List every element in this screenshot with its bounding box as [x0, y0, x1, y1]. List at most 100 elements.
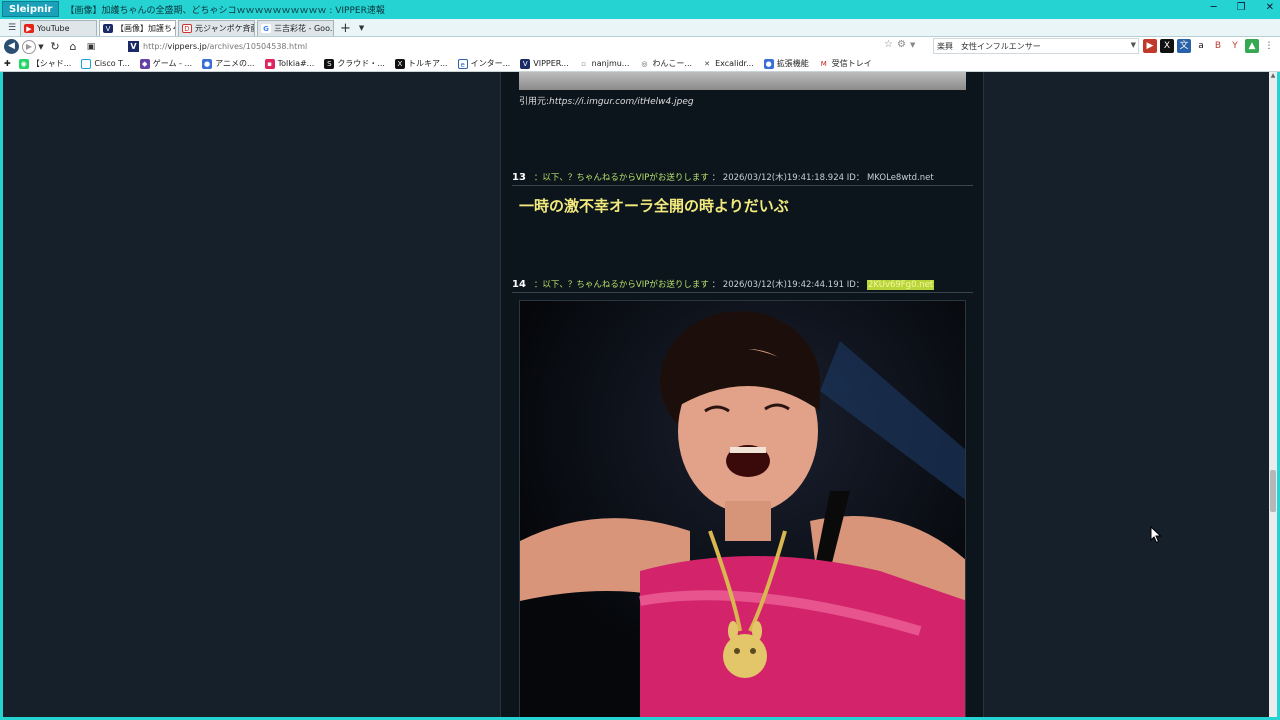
restore-icon[interactable]: ❐	[1237, 2, 1246, 13]
bookmark-item[interactable]: X トルキア...	[394, 58, 448, 69]
b-icon[interactable]: B	[1211, 39, 1225, 53]
tab-vipper[interactable]: V 【画像】加護ちゃ...	[99, 20, 176, 36]
poster-name: ：以下、？ちゃんねるからVIPがお送りします	[533, 173, 709, 183]
page-settings-icon[interactable]: ⚙	[897, 39, 906, 51]
minimize-icon[interactable]: ─	[1211, 2, 1217, 13]
youtube-ext-icon[interactable]: ▶	[1143, 39, 1157, 53]
bookmark-item[interactable]: S クラウド・...	[324, 58, 385, 69]
youtube-icon: ▶	[24, 24, 34, 33]
post-body: 一時の激不幸オーラ全開の時よりだいぶ	[519, 197, 789, 215]
close-icon[interactable]: ✕	[1266, 2, 1274, 13]
star-icon[interactable]: ☆	[884, 39, 893, 51]
bookmark-item[interactable]: ● 拡張機能	[763, 58, 809, 69]
site-favicon: V	[128, 40, 139, 52]
home-icon[interactable]: ⌂	[64, 38, 82, 56]
post-divider	[512, 292, 973, 293]
address-bar: ◀ ▶ ▼ ↻ ⌂ ▣ V http://vippers.jp/archives…	[0, 37, 1280, 56]
tab-strip: ☰ ▶ YouTube V 【画像】加護ちゃ... D 元ジャンポケ斉藤... …	[0, 19, 1280, 37]
bookmark-item[interactable]: ▫ nanjmu...	[578, 58, 629, 69]
reload-icon[interactable]: ↻	[46, 38, 64, 56]
bookmark-item[interactable]: ◉ 【シャド...	[18, 58, 71, 69]
translate-icon[interactable]: 文	[1177, 39, 1191, 53]
bookmark-item[interactable]: Cisco T...	[81, 58, 130, 69]
post-date: ： 2026/03/12(木)19:41:18.924 ID：	[711, 173, 865, 183]
window-controls: ─ ❐ ✕	[1211, 2, 1274, 13]
excalidraw-icon: ✕	[702, 58, 713, 69]
poster-name: ：以下、？ちゃんねるからVIPがお送りします	[533, 280, 709, 290]
drive-icon[interactable]: ▲	[1245, 39, 1259, 53]
sec-icon: S	[324, 58, 335, 69]
vipper-icon: V	[520, 58, 531, 69]
search-input[interactable]: 楽興 女性インフルエンサー ▼	[933, 38, 1139, 54]
vipper-icon: V	[103, 24, 113, 33]
menu-icon[interactable]: ⋮	[1262, 39, 1276, 53]
bookmark-item[interactable]: ● アニメの...	[202, 58, 255, 69]
post-header: 14 ：以下、？ちゃんねるからVIPがお送りします ： 2026/03/12(木)…	[512, 278, 935, 290]
url-field[interactable]: V http://vippers.jp/archives/10504538.ht…	[128, 38, 928, 54]
page-viewport: 引用元:https://i.imgur.com/itHelw4.jpeg 13 ：…	[3, 72, 1277, 717]
whatsapp-icon: ◉	[18, 58, 29, 69]
bookmark-item[interactable]: ◎ わんこー...	[639, 58, 692, 69]
post-divider	[512, 185, 973, 186]
tab-dropdown-icon[interactable]: ▼	[359, 20, 364, 36]
history-dropdown-icon[interactable]: ▼	[36, 38, 46, 56]
x-icon[interactable]: X	[1160, 39, 1174, 53]
bookmark-item[interactable]: ▪ Tolkia#...	[264, 58, 314, 69]
tab-label: 元ジャンポケ斉藤...	[195, 24, 254, 33]
x-icon: X	[394, 58, 405, 69]
bookmark-item[interactable]: V VIPPER...	[520, 58, 569, 69]
dropdown-icon[interactable]: ▼	[910, 39, 915, 51]
tab-youtube[interactable]: ▶ YouTube	[20, 20, 97, 36]
scrollbar-thumb[interactable]	[1270, 470, 1276, 512]
title-bar: Sleipnir 【画像】加護ちゃんの全盛期、どちゃシコｗｗｗｗｗｗｗｗｗｗ :…	[0, 0, 1280, 18]
twitch-icon: ◆	[139, 58, 150, 69]
tab-label: 【画像】加護ちゃ...	[116, 24, 175, 33]
mouse-cursor-icon	[1150, 526, 1162, 544]
post-id-highlighted[interactable]: 2KUv69Fg0.net	[866, 280, 935, 290]
globe-icon: ●	[202, 58, 213, 69]
toolbar-extensions: ▶ X 文 a B Y ▲ ⋮	[1143, 39, 1276, 53]
url-tools: ☆ ⚙ ▼	[884, 39, 915, 51]
y-icon[interactable]: Y	[1228, 39, 1242, 53]
photo-illustration	[520, 301, 965, 717]
back-icon[interactable]: ◀	[4, 39, 19, 54]
bookmark-item[interactable]: M 受信トレイ	[818, 58, 872, 69]
post-header: 13 ：以下、？ちゃんねるからVIPがお送りします ： 2026/03/12(木)…	[512, 171, 934, 183]
bookmark-item[interactable]: ✕ Excalidr...	[702, 58, 754, 69]
news-icon: D	[182, 24, 192, 33]
extension-icon: ●	[763, 58, 774, 69]
ie-icon: e	[457, 58, 468, 69]
add-bookmark-icon[interactable]: ✚	[4, 59, 11, 68]
scroll-up-icon[interactable]: ▲	[1269, 72, 1277, 82]
source-link[interactable]: https://i.imgur.com/itHelw4.jpeg	[549, 97, 694, 107]
app-menu-button[interactable]: Sleipnir	[2, 1, 60, 17]
tab-google[interactable]: G 三吉彩花 - Goo...	[257, 20, 334, 36]
forward-icon[interactable]: ▶	[22, 39, 36, 54]
tab-news[interactable]: D 元ジャンポケ斉藤...	[178, 20, 255, 36]
circle-icon	[81, 58, 92, 69]
post-number[interactable]: 13	[512, 172, 526, 183]
bookmarks-bar: ✚ ◉ 【シャド... Cisco T... ◆ ゲーム - ... ● アニメの..…	[0, 56, 1280, 72]
post-number[interactable]: 14	[512, 279, 526, 290]
vertical-scrollbar[interactable]: ▲	[1269, 72, 1277, 717]
tab-label: 三吉彩花 - Goo...	[274, 24, 334, 33]
google-icon: G	[261, 24, 271, 33]
tolkia-icon: ▪	[264, 58, 275, 69]
page-icon: ▫	[578, 58, 589, 69]
new-tab-icon[interactable]: +	[340, 22, 351, 36]
article-column: 引用元:https://i.imgur.com/itHelw4.jpeg 13 ：…	[500, 72, 984, 717]
gmail-icon: M	[818, 58, 829, 69]
previous-image[interactable]	[519, 72, 966, 90]
post-id[interactable]: MKOLe8wtd.net	[867, 173, 934, 183]
url-text: http://vippers.jp/archives/10504538.html	[143, 41, 308, 51]
browser-window: Sleipnir 【画像】加護ちゃんの全盛期、どちゃシコｗｗｗｗｗｗｗｗｗｗ :…	[0, 0, 1280, 720]
bookmark-item[interactable]: ◆ ゲーム - ...	[139, 58, 192, 69]
post-photo[interactable]	[519, 300, 966, 717]
bookmark-item[interactable]: e インター...	[457, 58, 510, 69]
tab-label: YouTube	[37, 24, 70, 33]
bookmark-manager-icon[interactable]: ▣	[82, 38, 100, 56]
tab-list-icon[interactable]: ☰	[4, 20, 20, 36]
window-title: 【画像】加護ちゃんの全盛期、どちゃシコｗｗｗｗｗｗｗｗｗｗ : VIPPER速報	[65, 5, 385, 16]
amazon-icon[interactable]: a	[1194, 39, 1208, 53]
search-dropdown-icon[interactable]: ▼	[1131, 41, 1136, 49]
